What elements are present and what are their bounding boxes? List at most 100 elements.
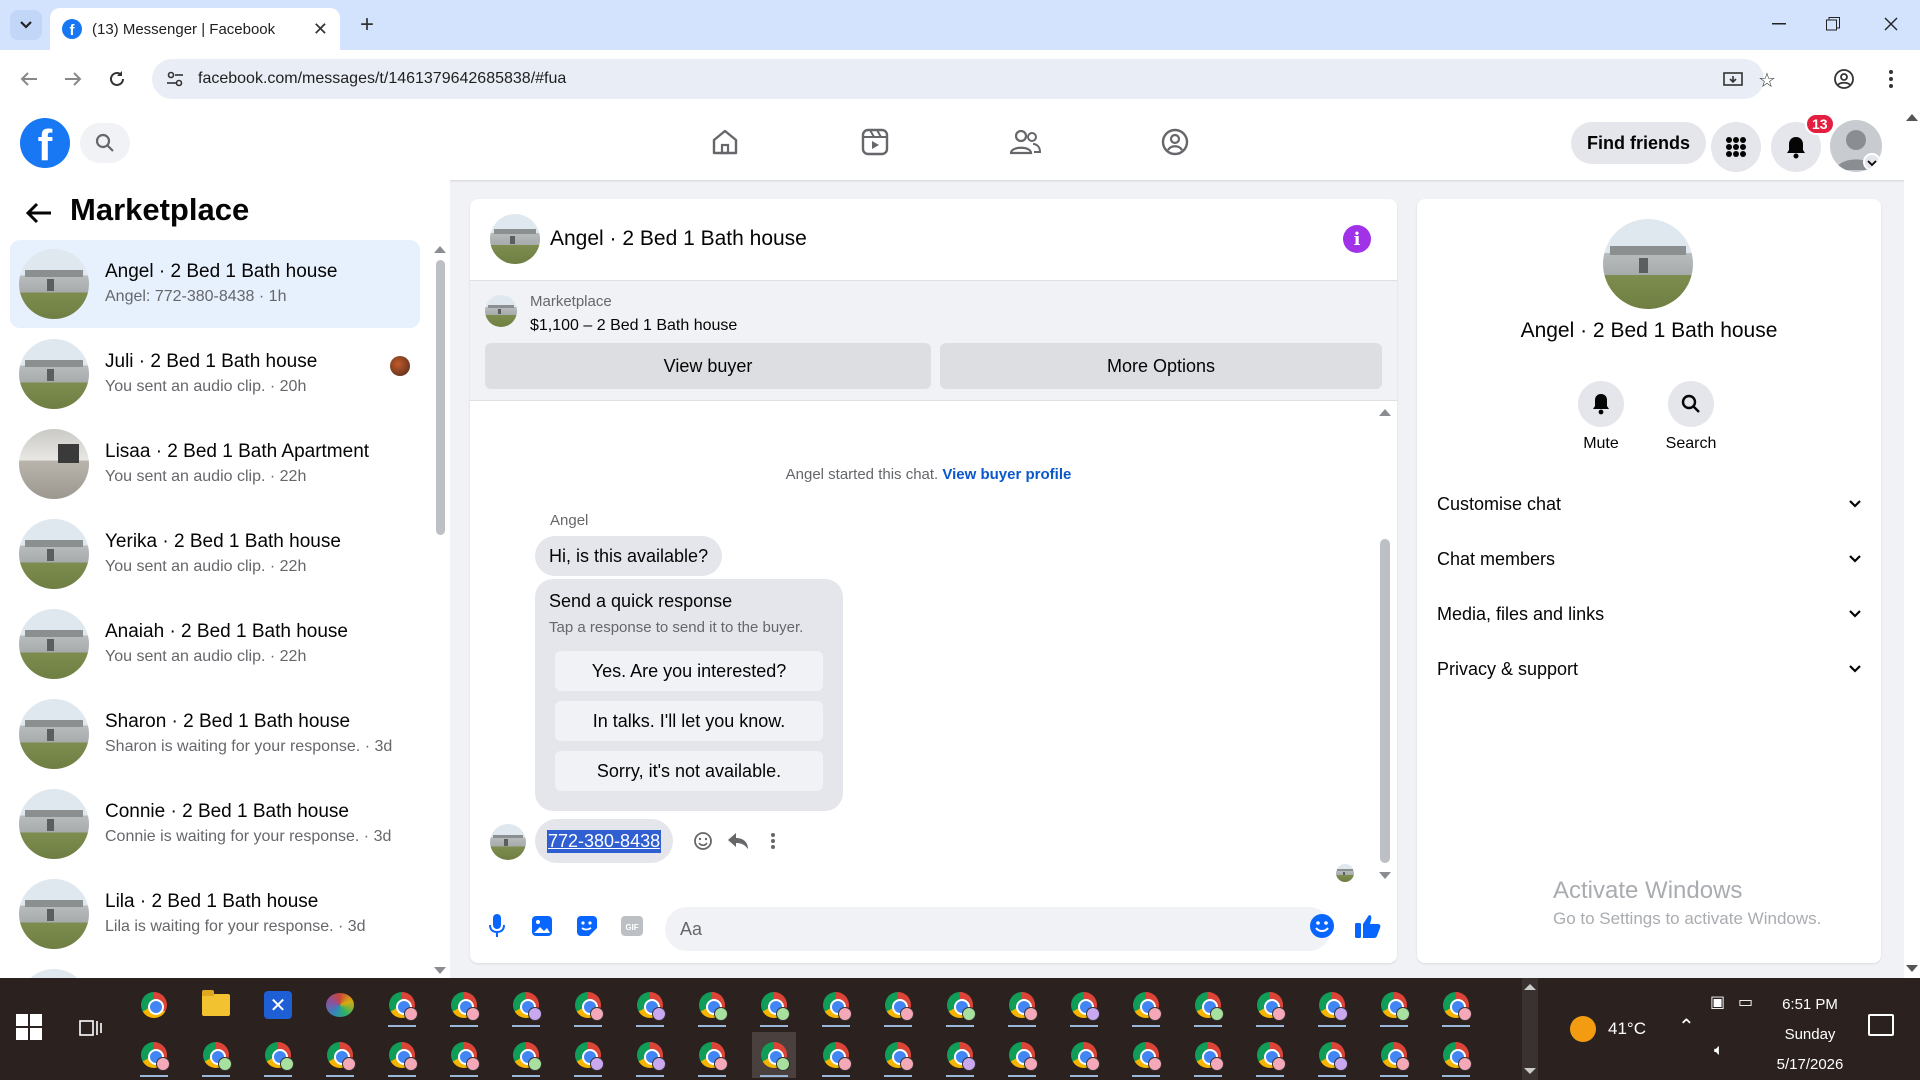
chat-avatar[interactable] [490,214,540,264]
tab-close-icon[interactable]: ✕ [313,19,328,40]
chrome-window-taskbar-icon[interactable] [628,982,672,1028]
nav-friends[interactable] [1003,120,1047,164]
chrome-window-taskbar-icon[interactable] [504,982,548,1028]
conversation-item[interactable]: Lisaa · 2 Bed 1 Bath Apartment You sent a… [10,420,420,508]
quick-response-option[interactable]: Yes. Are you interested? [555,651,823,691]
emoji-icon[interactable] [1305,909,1339,943]
page-scrollbar[interactable] [1904,108,1920,978]
conversation-item[interactable]: Angel · 2 Bed 1 Bath house Angel: 772-380… [10,240,420,328]
chrome-window-taskbar-icon[interactable] [380,1032,424,1078]
scroll-down-icon[interactable] [1524,1068,1536,1074]
weather-widget[interactable]: 41°C [1570,1016,1646,1042]
chat-scroll-thumb[interactable] [1380,539,1390,863]
scroll-up-icon[interactable] [1906,114,1918,121]
find-friends-button[interactable]: Find friends [1571,122,1706,164]
chrome-taskbar-icon[interactable] [132,982,176,1028]
back-button[interactable] [22,196,56,230]
more-actions-icon[interactable] [758,824,788,858]
chrome-window-taskbar-icon[interactable] [690,1032,734,1078]
message-input[interactable] [665,907,1331,951]
scroll-up-icon[interactable] [434,246,446,253]
thumbs-up-icon[interactable] [1351,909,1385,943]
search-in-conversation-button[interactable]: Search [1651,381,1731,453]
conversation-item-partial[interactable] [10,960,420,978]
back-button[interactable] [12,62,46,96]
privacy-support-section[interactable]: Privacy & support [1437,647,1861,691]
react-icon[interactable] [688,824,718,858]
chrome-window-taskbar-icon[interactable] [256,1032,300,1078]
chrome-window-taskbar-icon[interactable] [1062,1032,1106,1078]
file-explorer-taskbar-icon[interactable] [194,982,238,1028]
message-bubble[interactable]: Hi, is this available? [535,536,723,576]
browser-menu-icon[interactable] [1874,62,1908,96]
chrome-window-taskbar-icon[interactable] [1372,982,1416,1028]
conversation-item[interactable]: Connie · 2 Bed 1 Bath house Connie is wai… [10,780,420,868]
view-buyer-button[interactable]: View buyer [485,343,931,389]
chrome-window-taskbar-icon[interactable] [1124,1032,1168,1078]
conversation-item[interactable]: Yerika · 2 Bed 1 Bath house You sent an a… [10,510,420,598]
chrome-window-taskbar-icon[interactable] [1248,982,1292,1028]
start-button[interactable] [16,1014,42,1040]
conversation-item[interactable]: Juli · 2 Bed 1 Bath house You sent an aud… [10,330,420,418]
browser-tab-messenger[interactable]: f (13) Messenger | Facebook ✕ [50,8,340,50]
address-bar[interactable]: facebook.com/messages/t/1461379642685838… [152,59,1776,99]
gif-icon[interactable]: GIF [615,909,649,943]
menu-button[interactable] [1711,122,1761,172]
conversation-item[interactable]: Anaiah · 2 Bed 1 Bath house You sent an a… [10,600,420,688]
chrome-window-taskbar-icon[interactable] [1000,1032,1044,1078]
chrome-window-taskbar-icon[interactable] [1434,982,1478,1028]
account-avatar[interactable] [1830,120,1882,172]
show-hidden-icons-chevron-up-icon[interactable]: ⌃ [1678,1014,1695,1039]
scroll-down-icon[interactable] [1379,872,1391,879]
media-files-links-section[interactable]: Media, files and links [1437,592,1861,636]
chrome-window-taskbar-icon[interactable] [938,982,982,1028]
chrome-window-taskbar-icon[interactable] [566,982,610,1028]
chat-members-section[interactable]: Chat members [1437,537,1861,581]
network-icon[interactable]: ▭ [1738,992,1753,1012]
chrome-window-taskbar-icon[interactable] [752,982,796,1028]
chrome-active-window-taskbar-icon[interactable] [752,1032,796,1078]
restore-window-button[interactable] [1810,8,1856,40]
chrome-window-taskbar-icon[interactable] [566,1032,610,1078]
chrome-window-taskbar-icon[interactable] [318,1032,362,1078]
chrome-window-taskbar-icon[interactable] [1186,1032,1230,1078]
conversation-item[interactable]: Sharon · 2 Bed 1 Bath house Sharon is wai… [10,690,420,778]
nav-gaming[interactable] [1153,120,1197,164]
profile-avatar-large[interactable] [1603,219,1693,309]
url-text[interactable]: facebook.com/messages/t/1461379642685838… [198,70,566,88]
chrome-window-taskbar-icon[interactable] [442,982,486,1028]
action-center-icon[interactable] [1868,1014,1894,1036]
sidebar-scroll-thumb[interactable] [436,260,445,535]
forward-button[interactable] [56,62,90,96]
chrome-window-taskbar-icon[interactable] [814,982,858,1028]
mute-button[interactable]: Mute [1561,381,1641,453]
close-window-button[interactable] [1868,8,1914,40]
chrome-window-taskbar-icon[interactable] [628,1032,672,1078]
scroll-down-icon[interactable] [1906,965,1918,972]
taskbar-scrollbar[interactable] [1522,978,1538,1080]
listing-price-title[interactable]: $1,100 – 2 Bed 1 Bath house [530,317,737,335]
chrome-window-taskbar-icon[interactable] [1124,982,1168,1028]
volume-icon[interactable]: 🔈︎ [1714,1042,1724,1060]
chrome-window-taskbar-icon[interactable] [690,982,734,1028]
more-options-button[interactable]: More Options [940,343,1382,389]
view-buyer-profile-link[interactable]: View buyer profile [942,466,1071,483]
chrome-window-taskbar-icon[interactable] [876,1032,920,1078]
phone-number-link[interactable]: 772-380-8438 [547,829,662,853]
scroll-up-icon[interactable] [1379,409,1391,416]
chrome-window-taskbar-icon[interactable] [1000,982,1044,1028]
chrome-window-taskbar-icon[interactable] [1186,982,1230,1028]
quick-response-option[interactable]: Sorry, it's not available. [555,751,823,791]
scroll-up-icon[interactable] [1524,984,1536,990]
new-tab-button[interactable]: + [352,10,382,40]
task-view-icon[interactable] [76,1014,106,1042]
device-icon[interactable]: ▣ [1710,992,1725,1012]
chrome-window-taskbar-icon[interactable] [194,1032,238,1078]
system-clock[interactable]: 6:51 PM Sunday 5/17/2026 [1760,990,1860,1080]
chrome-window-taskbar-icon[interactable] [380,982,424,1028]
reply-icon[interactable] [723,824,753,858]
scroll-down-icon[interactable] [434,967,446,974]
chat-title[interactable]: Angel · 2 Bed 1 Bath house [550,227,807,251]
chrome-window-taskbar-icon[interactable] [814,1032,858,1078]
minimize-window-button[interactable] [1756,8,1802,40]
